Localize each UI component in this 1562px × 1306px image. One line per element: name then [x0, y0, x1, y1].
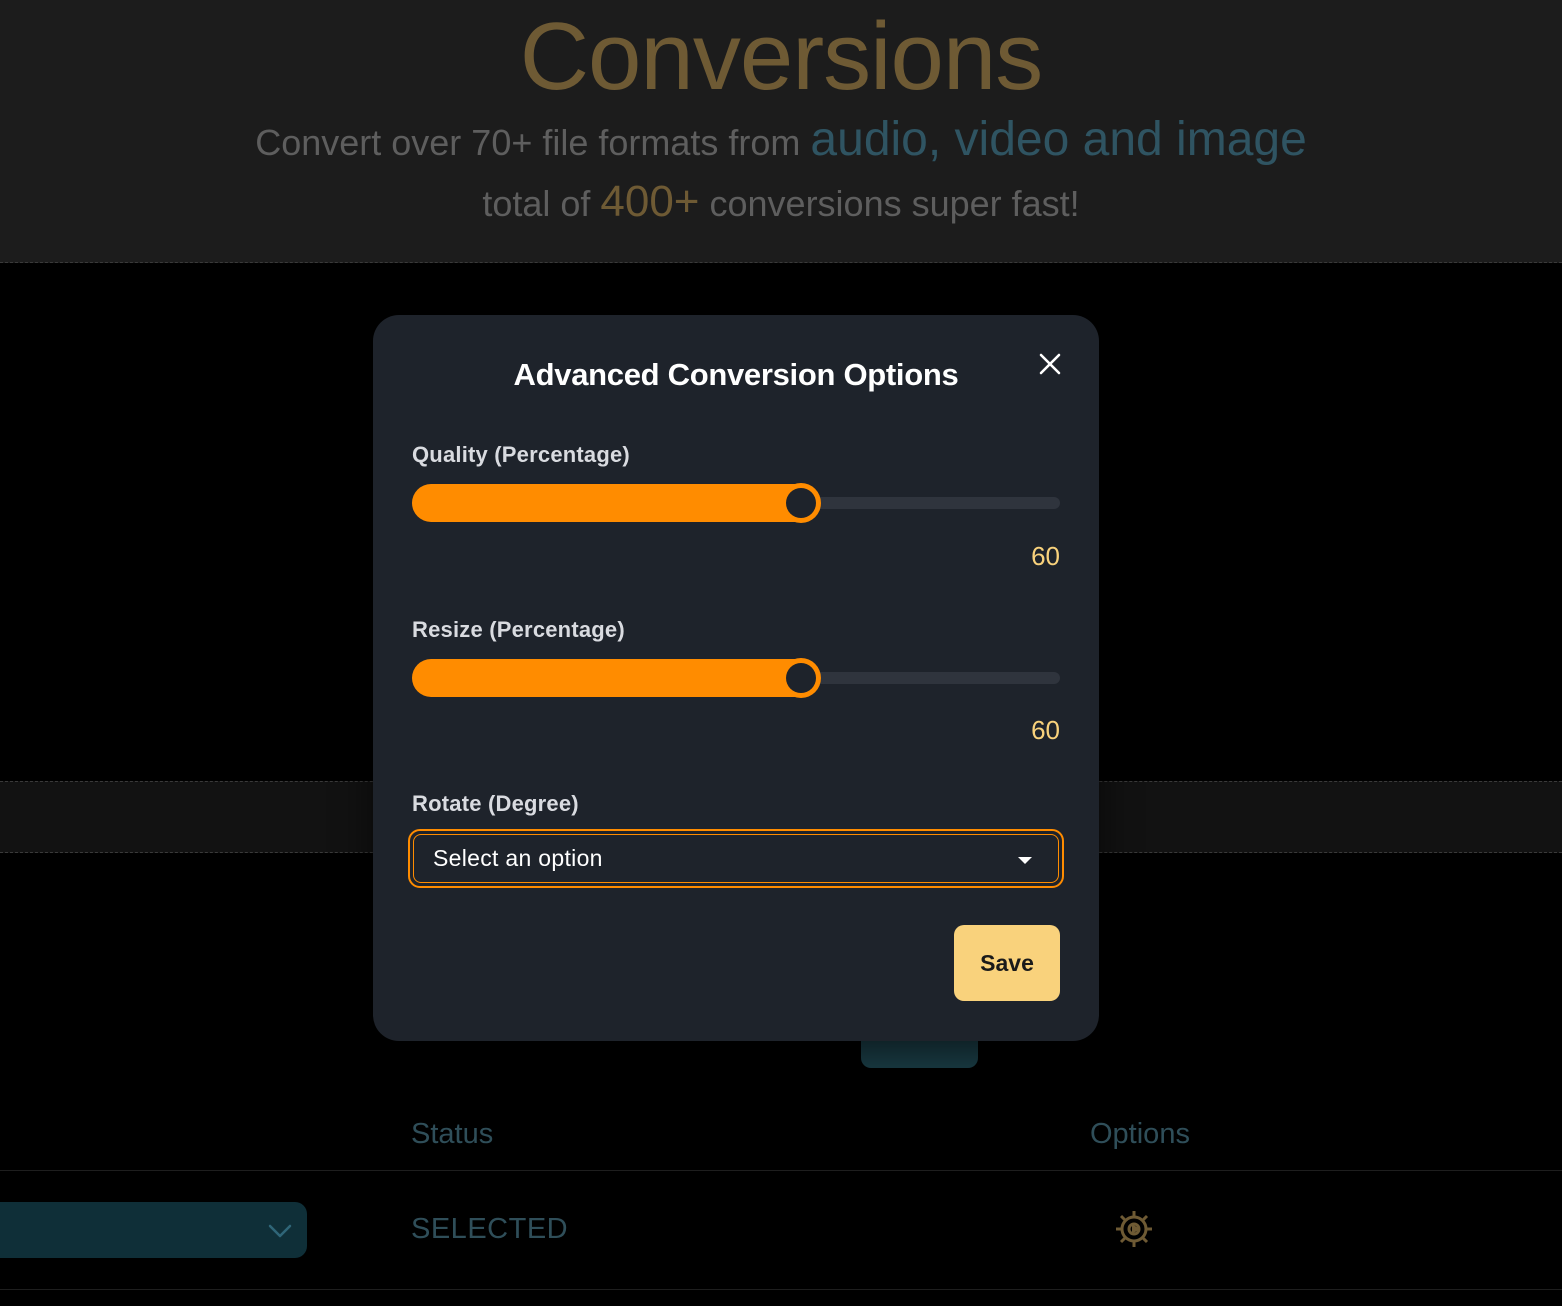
- resize-label: Resize (Percentage): [412, 617, 625, 642]
- page-title: Conversions: [519, 3, 1044, 110]
- status-cell: SELECTED: [411, 1213, 569, 1245]
- caret-down-icon: [1018, 857, 1032, 864]
- quality-label: Quality (Percentage): [412, 442, 630, 467]
- rotate-select-value: Select an option: [433, 845, 603, 871]
- hero-tagline-prefix: total of: [482, 183, 601, 224]
- modal-title: Advanced Conversion Options: [513, 357, 959, 392]
- rotate-select[interactable]: Select an option: [408, 829, 1064, 888]
- resize-slider-fill: [412, 659, 801, 697]
- advanced-options-modal: Advanced Conversion Options Quality (Per…: [373, 315, 1099, 1041]
- close-icon[interactable]: [1035, 349, 1065, 379]
- rotate-label: Rotate (Degree): [412, 791, 579, 816]
- format-select[interactable]: [0, 1202, 307, 1258]
- gear-icon[interactable]: [1112, 1207, 1156, 1251]
- resize-slider-thumb[interactable]: [781, 658, 821, 698]
- resize-slider[interactable]: [412, 658, 1060, 698]
- quality-slider[interactable]: [412, 483, 1060, 523]
- hero-subtitle-text: Convert over 70+ file formats from: [255, 122, 811, 163]
- options-column-header: Options: [1090, 1118, 1190, 1150]
- hero-subtitle-highlight: audio, video and image: [810, 113, 1307, 166]
- hero-tagline-count: 400+: [600, 177, 700, 226]
- hero-section: Conversions Convert over 70+ file format…: [0, 0, 1562, 263]
- hero-tagline-suffix: conversions super fast!: [699, 183, 1080, 224]
- save-button[interactable]: Save: [954, 925, 1060, 1001]
- hero-tagline: total of 400+ conversions super fast!: [0, 176, 1562, 230]
- quality-slider-fill: [412, 484, 801, 522]
- resize-value: 60: [1031, 715, 1060, 745]
- table-row: SELECTED: [0, 1171, 1562, 1290]
- status-column-header: Status: [411, 1118, 494, 1150]
- quality-value: 60: [1031, 541, 1060, 571]
- chevron-down-icon: [268, 1224, 292, 1238]
- quality-slider-thumb[interactable]: [781, 483, 821, 523]
- hero-subtitle: Convert over 70+ file formats from audio…: [0, 110, 1562, 173]
- table-header: Status Options: [0, 1110, 1562, 1171]
